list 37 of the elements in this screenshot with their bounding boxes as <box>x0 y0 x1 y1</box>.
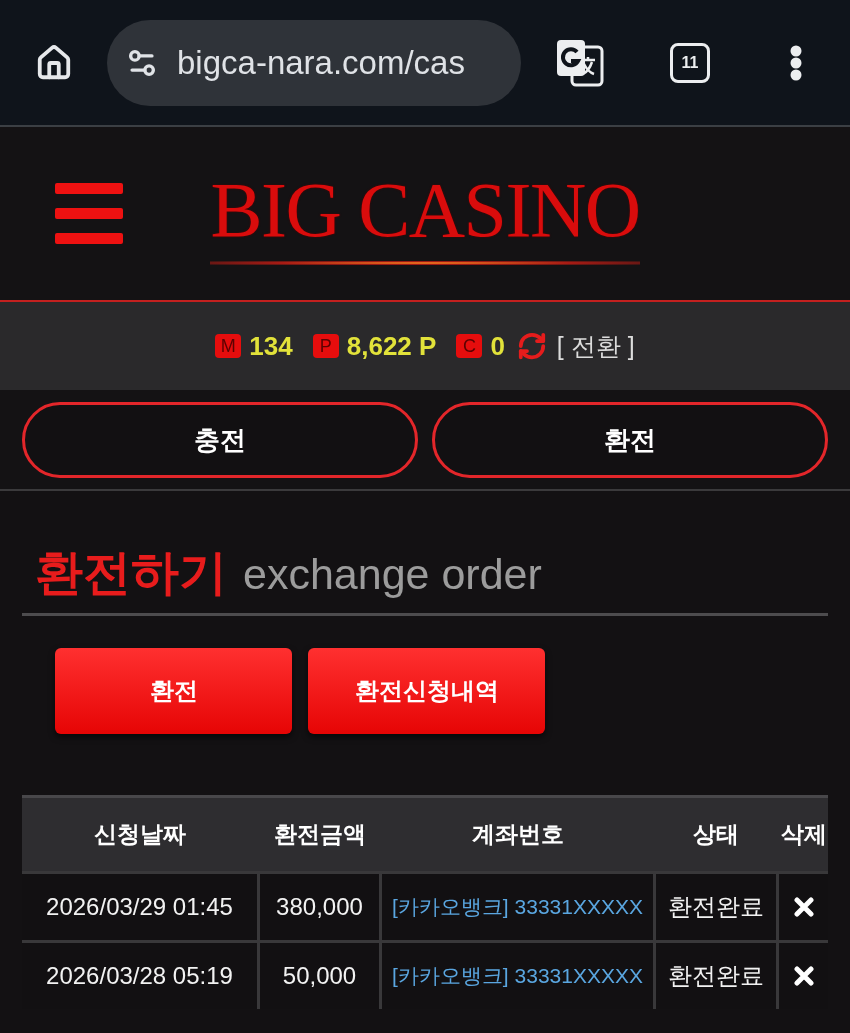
refresh-icon[interactable] <box>516 331 547 361</box>
balance-value: 0 <box>490 330 505 362</box>
action-button[interactable]: 환전 <box>55 648 292 734</box>
column-header: 계좌번호 <box>470 820 565 849</box>
column-header: 신청날짜 <box>92 820 187 849</box>
balance-value: 8,622 P <box>346 330 437 362</box>
translate-icon[interactable] <box>555 37 605 88</box>
account-cell: [카카오뱅크] 33331XXXXX <box>382 874 653 940</box>
column-header: 상태 <box>692 820 740 849</box>
home-icon[interactable] <box>35 43 73 82</box>
currency-badge: M <box>215 334 242 358</box>
convert-link[interactable]: [ 전환 ] <box>556 329 635 363</box>
account-cell: [카카오뱅크] 33331XXXXX <box>382 943 653 1009</box>
page-title: 환전하기 <box>35 545 227 601</box>
logo-text[interactable]: BIG CASINO <box>210 170 640 249</box>
address-bar[interactable]: bigca-nara.com/cas <box>107 19 521 106</box>
column-header: 삭제 <box>779 820 828 849</box>
status-cell: 환전완료 <box>656 943 776 1009</box>
amount-cell: 50,000 <box>260 943 379 1009</box>
amount-cell: 380,000 <box>260 874 379 940</box>
date-cell: 2026/03/29 01:45 <box>22 874 257 940</box>
delete-icon[interactable] <box>793 966 814 986</box>
nav-button[interactable]: 환전 <box>432 402 828 478</box>
action-button[interactable]: 환전신청내역 <box>308 648 545 734</box>
url-text: bigca-nara.com/cas <box>177 43 465 82</box>
currency-badge: C <box>456 334 483 358</box>
currency-badge: P <box>312 334 339 358</box>
status-cell: 환전완료 <box>656 874 776 940</box>
balance-value: 134 <box>249 330 293 362</box>
column-header: 환전금액 <box>272 820 367 849</box>
tab-switcher-button[interactable]: 11 <box>670 42 710 83</box>
menu-icon[interactable] <box>55 182 123 245</box>
nav-button[interactable]: 충전 <box>22 402 418 478</box>
more-menu-icon[interactable] <box>790 44 802 81</box>
page-subtitle: exchange order <box>243 550 542 599</box>
delete-icon[interactable] <box>793 897 814 917</box>
date-cell: 2026/03/28 05:19 <box>22 943 257 1009</box>
